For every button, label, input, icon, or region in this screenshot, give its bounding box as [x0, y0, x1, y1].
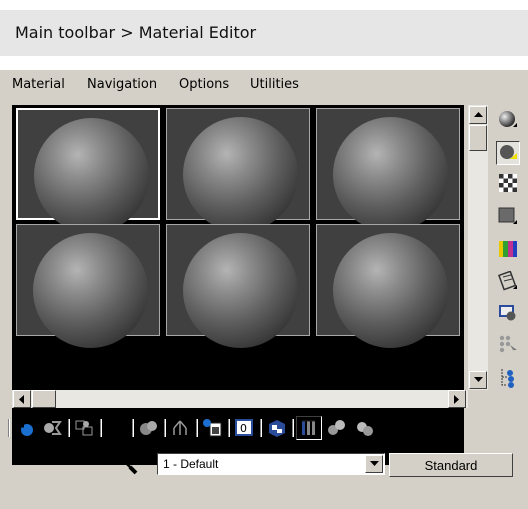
go-to-parent-icon[interactable] — [324, 416, 350, 440]
menu-navigation[interactable]: Navigation — [87, 77, 157, 92]
vertical-scroll-thumb[interactable] — [469, 125, 487, 151]
scroll-right-button[interactable] — [448, 390, 466, 408]
material-editor-window: Material Navigation Options Utilities 0 … — [0, 70, 528, 509]
pick-material-from-object-icon[interactable] — [118, 455, 140, 475]
caption-banner: Main toolbar > Material Editor — [0, 10, 528, 56]
get-material-icon[interactable] — [12, 416, 38, 440]
caption-text: Main toolbar > Material Editor — [15, 23, 257, 42]
sample-sphere — [34, 118, 149, 233]
sample-slot-2[interactable] — [166, 108, 310, 232]
material-name-dropdown[interactable]: 1 - Default — [157, 453, 385, 475]
chevron-down-icon — [369, 461, 379, 466]
go-forward-to-sibling-icon[interactable] — [352, 416, 378, 440]
put-to-library-icon[interactable] — [200, 416, 226, 440]
sample-slot-5[interactable] — [166, 224, 310, 348]
options-icon[interactable] — [496, 301, 520, 325]
reset-map-icon[interactable] — [104, 416, 130, 440]
vertical-scrollbar[interactable] — [468, 105, 488, 390]
background-checker-icon[interactable] — [496, 171, 520, 195]
menu-material[interactable]: Material — [12, 77, 65, 92]
horizontal-scroll-thumb[interactable] — [32, 390, 56, 408]
make-unique-icon[interactable] — [168, 416, 194, 440]
side-toolbar — [492, 104, 524, 424]
menu-options[interactable]: Options — [179, 77, 229, 92]
make-preview-icon[interactable] — [496, 269, 520, 293]
svg-text:0: 0 — [240, 422, 247, 435]
scroll-up-button[interactable] — [469, 106, 487, 124]
sample-type-sphere-icon[interactable] — [496, 108, 520, 132]
scroll-up-icon — [473, 112, 483, 117]
scroll-left-icon — [19, 394, 24, 404]
select-by-material-icon[interactable] — [496, 332, 520, 356]
show-end-result-icon[interactable] — [296, 416, 322, 440]
material-map-navigator-icon[interactable] — [496, 366, 520, 390]
scroll-left-button[interactable] — [13, 390, 31, 408]
material-effects-channel-icon[interactable]: 0 — [232, 416, 258, 440]
dropdown-arrow-button[interactable] — [365, 455, 383, 473]
material-type-button[interactable]: Standard — [389, 453, 513, 477]
sample-sphere — [183, 117, 298, 232]
scroll-down-button[interactable] — [469, 371, 487, 389]
bottom-toolbar: 0 — [8, 413, 524, 443]
sample-uv-tiling-icon[interactable] — [496, 204, 520, 228]
horizontal-scrollbar[interactable] — [12, 390, 468, 408]
sample-slot-3[interactable] — [316, 108, 460, 232]
backlight-icon[interactable] — [496, 141, 520, 165]
scroll-down-icon — [473, 377, 483, 382]
assign-material-to-selection-icon[interactable] — [72, 416, 98, 440]
sample-sphere — [33, 233, 148, 348]
sample-sphere — [183, 233, 298, 348]
sample-sphere — [333, 233, 448, 348]
material-name-bar: 1 - Default Standard — [0, 450, 528, 480]
scroll-right-icon — [454, 394, 459, 404]
menu-utilities[interactable]: Utilities — [250, 77, 299, 92]
sample-slots-grid — [12, 105, 464, 465]
video-color-check-icon[interactable] — [496, 237, 520, 261]
material-name-value: 1 - Default — [163, 457, 219, 471]
menu-bar: Material Navigation Options Utilities — [0, 70, 528, 96]
put-material-to-scene-icon[interactable] — [40, 416, 66, 440]
show-map-in-viewport-icon[interactable] — [264, 416, 290, 440]
sample-slot-1[interactable] — [16, 108, 160, 233]
sample-slot-6[interactable] — [316, 224, 460, 348]
make-material-copy-icon[interactable] — [136, 416, 162, 440]
sample-slot-4[interactable] — [16, 224, 160, 348]
sample-sphere — [333, 117, 448, 232]
